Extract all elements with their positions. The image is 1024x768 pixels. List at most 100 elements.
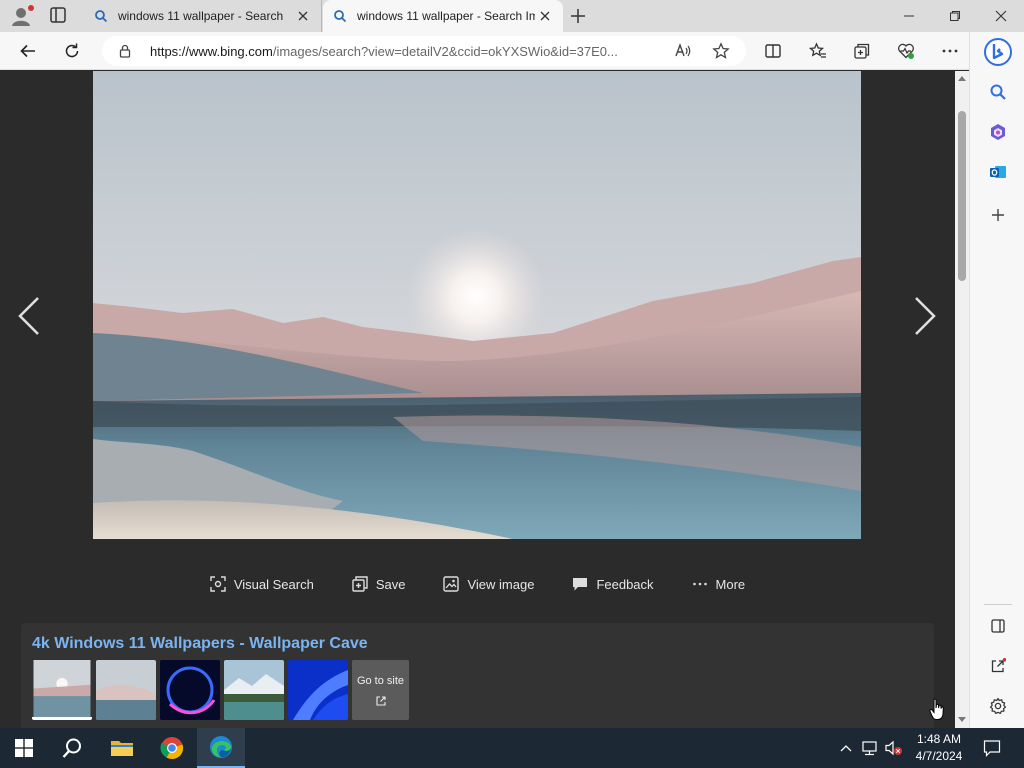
tab-strip: windows 11 wallpaper - Search windows 11… [0,0,1024,32]
plus-icon [992,209,1004,221]
file-explorer-button[interactable] [98,728,146,768]
tab-title: windows 11 wallpaper - Search [117,9,284,23]
visual-search-button[interactable]: Visual Search [191,569,333,599]
close-window-button[interactable] [978,0,1024,32]
sidebar-search-button[interactable] [984,78,1012,106]
network-status-button[interactable] [860,738,880,758]
profile-notification-dot [28,5,34,11]
edge-icon [210,736,232,758]
thumbnail-3[interactable] [160,660,220,720]
show-hidden-icons-button[interactable] [836,738,856,758]
view-image-icon [443,576,460,592]
back-arrow-icon [20,44,35,58]
chevron-right-icon [915,297,936,335]
tab-close-button[interactable] [537,8,553,24]
sidebar-add-button[interactable] [984,201,1012,229]
back-button[interactable] [15,39,41,63]
scroll-up-arrow-icon[interactable] [958,75,966,83]
tab-actions-button[interactable] [48,6,72,26]
notification-icon [983,740,1001,757]
scroll-down-arrow-icon[interactable] [958,715,966,723]
tab-1[interactable]: windows 11 wallpaper - Search [84,0,322,32]
bing-copilot-icon [984,38,1012,66]
plus-icon [571,9,585,23]
edge-button[interactable] [197,728,245,768]
url-path: /images/search?view=detailV2&ccid=okYXSW… [272,44,618,59]
refresh-button[interactable] [59,39,85,63]
tab-2[interactable]: windows 11 wallpaper - Search Images [323,0,563,32]
taskbar-search-button[interactable] [48,728,96,768]
outlook-icon [990,166,1006,178]
minimize-button[interactable] [886,0,932,32]
chrome-icon [160,737,184,760]
minimize-icon [904,15,914,17]
thumbnail-4[interactable] [224,660,284,720]
search-favicon-icon [334,10,347,23]
copilot-button[interactable] [982,36,1014,68]
wallpaper-image[interactable] [93,71,861,539]
sidebar-outlook-button[interactable] [984,158,1012,186]
sidebar-divider [984,604,1012,605]
close-icon [298,11,308,21]
search-icon [990,84,1006,100]
network-icon [862,741,877,756]
chrome-button[interactable] [148,728,196,768]
previous-image-button[interactable] [14,296,44,336]
notification-center-button[interactable] [981,738,1003,758]
restore-button[interactable] [932,0,978,32]
favorites-icon [809,42,826,58]
save-button[interactable]: Save [333,569,425,599]
sidebar-panel-icon [991,619,1005,633]
read-aloud-button[interactable] [670,39,696,63]
go-to-site-button[interactable]: Go to site [352,660,409,720]
open-external-button[interactable] [984,652,1012,680]
search-favicon-icon [95,10,108,23]
read-aloud-icon [675,42,691,57]
action-label: Save [375,576,406,592]
action-label: Visual Search [233,576,314,592]
scrollbar-thumb[interactable] [958,111,966,281]
thumbnail-2[interactable] [96,660,156,720]
collections-icon [854,43,870,59]
taskbar-clock[interactable]: 1:48 AM 4/7/2024 [908,731,970,765]
star-icon [712,42,730,59]
gear-icon [989,697,1007,714]
favorites-button[interactable] [805,39,831,63]
source-title-link[interactable]: 4k Windows 11 Wallpapers - Wallpaper Cav… [32,635,368,653]
feedback-button[interactable]: Feedback [553,569,672,599]
thumbnail-5[interactable] [288,660,348,720]
more-icon [692,582,707,586]
split-screen-button[interactable] [760,39,786,63]
settings-and-more-button[interactable] [937,39,963,63]
volume-button[interactable] [884,738,904,758]
profile-button[interactable] [10,5,34,27]
collections-button[interactable] [849,39,875,63]
address-url[interactable]: https://www.bing.com/images/search?view=… [150,44,662,59]
external-window-icon [991,658,1006,673]
page-scrollbar[interactable] [955,71,969,728]
hand-cursor-icon [929,698,944,720]
clock-time: 1:48 AM [916,732,962,746]
browser-essentials-button[interactable] [893,39,919,63]
more-button[interactable]: More [673,569,765,599]
browser-toolbar: https://www.bing.com/images/search?view=… [0,32,1024,70]
refresh-icon [65,43,79,58]
action-label: Feedback [596,576,654,592]
edge-sidebar [969,32,1024,728]
view-image-button[interactable]: View image [424,569,553,599]
sidebar-microsoft365-button[interactable] [984,118,1012,146]
chevron-left-icon [18,297,39,335]
next-image-button[interactable] [910,296,940,336]
tab-close-button[interactable] [295,8,311,24]
hide-sidebar-button[interactable] [984,612,1012,640]
tab-title: windows 11 wallpaper - Search Images [357,9,535,23]
favorite-star-button[interactable] [708,39,734,63]
thumbnail-1[interactable] [32,660,92,720]
address-bar[interactable]: https://www.bing.com/images/search?view=… [102,36,746,66]
sidebar-settings-button[interactable] [984,692,1012,720]
start-button[interactable] [0,728,48,768]
search-icon [62,738,81,758]
new-tab-button[interactable] [568,6,590,26]
split-screen-icon [765,44,781,58]
heart-pulse-icon [898,43,914,59]
